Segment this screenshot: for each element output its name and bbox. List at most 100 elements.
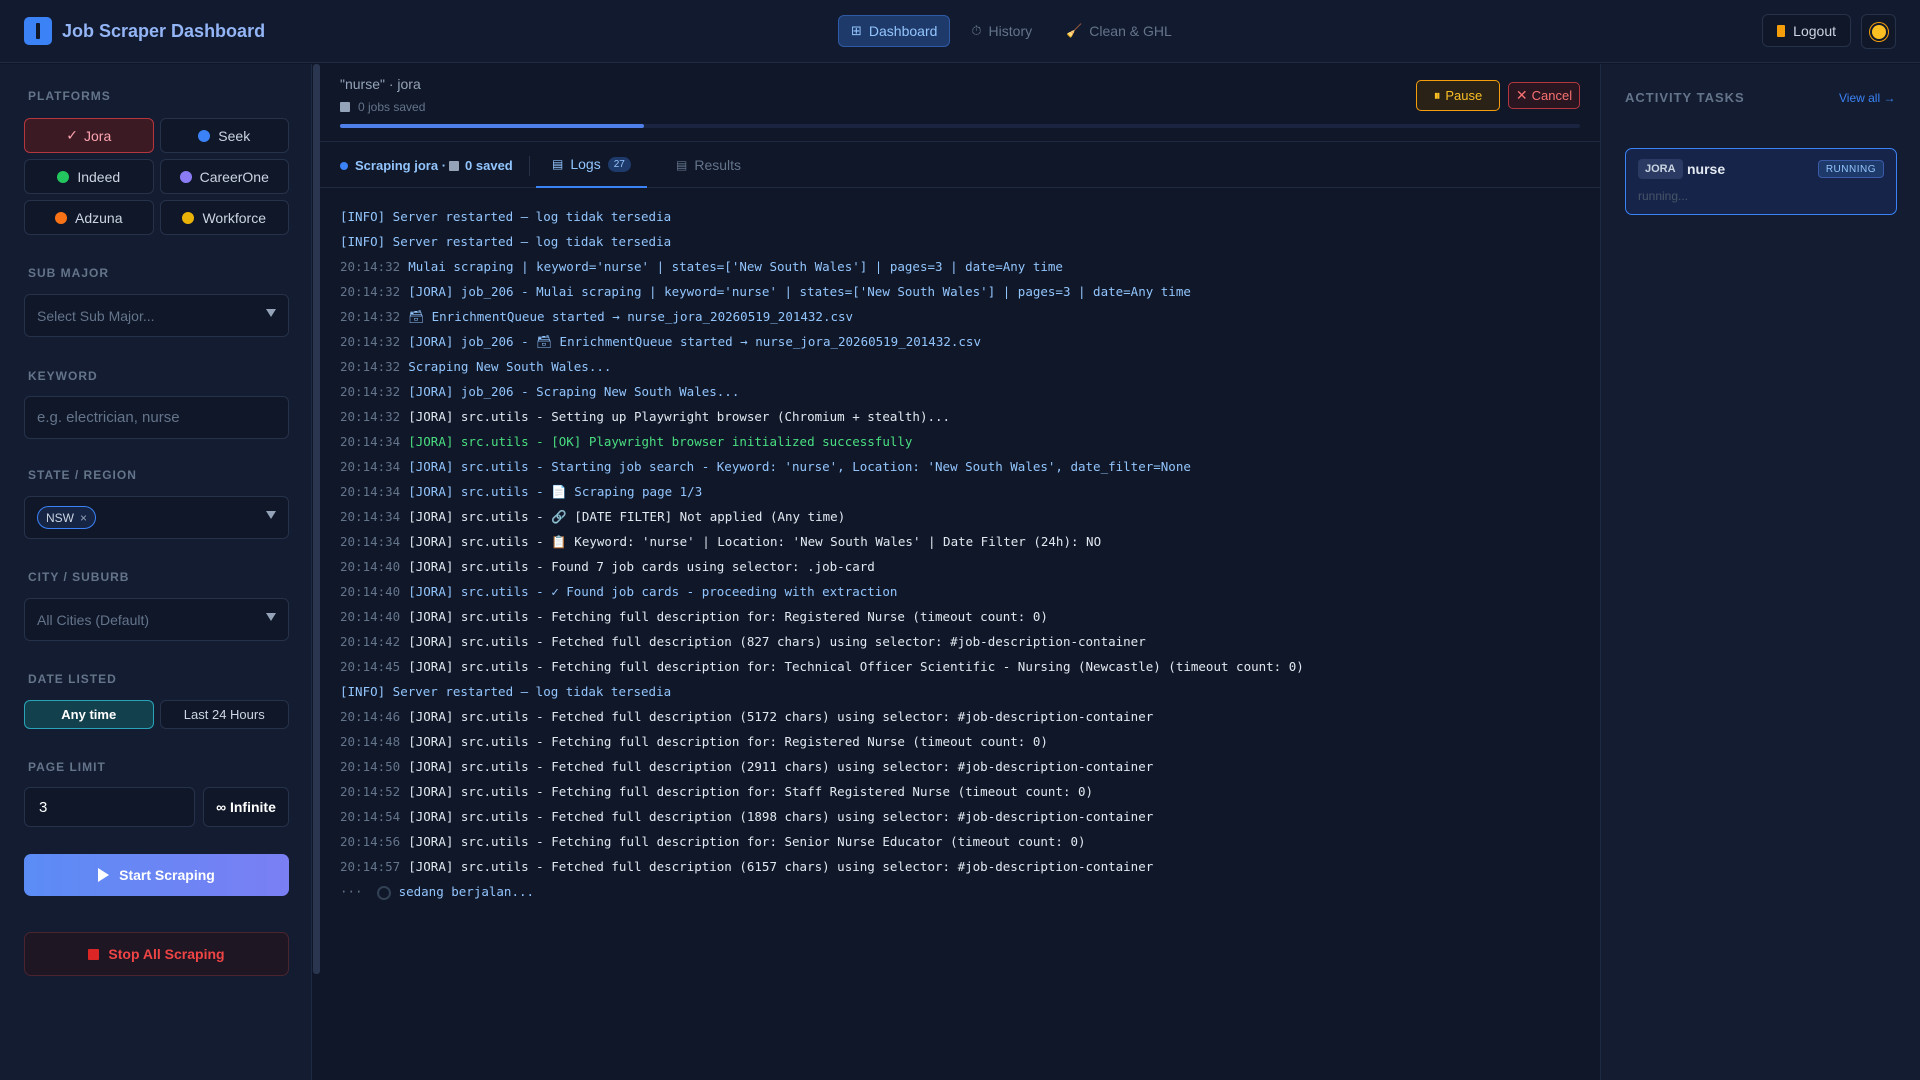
infinite-button[interactable]: ∞ Infinite (203, 787, 289, 827)
nav-clean-ghl[interactable]: 🧹 Clean & GHL (1053, 15, 1185, 47)
status-text: Scraping jora · (355, 158, 447, 173)
document-icon: ▤ (552, 157, 564, 171)
log-line: 20:14:32 Mulai scraping | keyword='nurse'… (340, 254, 1590, 279)
log-message: [JORA] src.utils - Fetched full descript… (408, 634, 1146, 649)
main-panel: "nurse" · jora 0 jobs saved ⏸ Pause ✕ Ca… (320, 64, 1600, 1080)
sub-major-select[interactable]: Select Sub Major... (24, 294, 289, 337)
task-card[interactable]: JORA nurse RUNNING running... (1625, 148, 1897, 215)
date-options: Any time Last 24 Hours (24, 700, 289, 729)
close-icon[interactable]: × (80, 511, 87, 525)
log-line: 20:14:40 [JORA] src.utils - Fetching full… (340, 604, 1590, 629)
log-message: [JORA] src.utils - Fetching full descrip… (408, 784, 1094, 799)
brand[interactable]: Job Scraper Dashboard (24, 17, 265, 45)
stop-icon (88, 948, 100, 960)
sidebar-scrollbar[interactable] (313, 64, 320, 974)
log-line: 20:14:34 [JORA] src.utils - 📋 Keyword: 'n… (340, 529, 1590, 554)
log-message: [INFO] Server restarted — log tidak ters… (340, 234, 672, 249)
log-line: 20:14:46 [JORA] src.utils - Fetched full … (340, 704, 1590, 729)
log-timestamp: 20:14:42 (340, 634, 401, 649)
log-timestamp: 20:14:32 (340, 334, 401, 349)
sidebar: PLATFORMS ✓ Jora Seek Indeed CareerOne A… (0, 64, 312, 1080)
log-timestamp: 20:14:46 (340, 709, 401, 724)
running-dots: ··· (340, 884, 363, 899)
log-line: 20:14:48 [JORA] src.utils - Fetching full… (340, 729, 1590, 754)
spinner-icon (376, 885, 391, 900)
log-timestamp: 20:14:34 (340, 534, 401, 549)
state-chip[interactable]: NSW × (37, 506, 97, 529)
tabs-row: Scraping jora · 0 saved ▤ Logs 27 ▤ Resu… (320, 142, 1600, 188)
start-scraping-button[interactable]: Start Scraping (24, 854, 289, 896)
log-timestamp: 20:14:34 (340, 434, 401, 449)
nav-history[interactable]: ⏱ History (958, 15, 1045, 47)
running-indicator: ··· sedang berjalan... (340, 879, 1590, 904)
stop-all-button[interactable]: Stop All Scraping (24, 932, 289, 976)
chevron-down-icon (266, 511, 276, 519)
page-limit-input[interactable]: 3 (24, 787, 195, 827)
state-multiselect[interactable]: NSW × (24, 496, 289, 539)
scraping-status: Scraping jora · 0 saved (340, 158, 513, 173)
clock-icon: ⏱ (971, 23, 982, 38)
tab-results[interactable]: ▤ Results (666, 142, 751, 188)
platform-jora-button[interactable]: ✓ Jora (24, 118, 154, 153)
progress-bar (340, 124, 1580, 128)
log-line: 20:14:32 [JORA] job_206 - 🗃 EnrichmentQue… (340, 329, 1590, 354)
log-line: 20:14:57 [JORA] src.utils - Fetched full … (340, 854, 1590, 879)
grid-icon: ⊞ (851, 23, 862, 38)
cancel-button[interactable]: ✕ Cancel (1508, 82, 1580, 109)
chevron-down-icon (266, 309, 276, 317)
log-timestamp: 20:14:56 (340, 834, 401, 849)
log-timestamp: 20:14:48 (340, 734, 401, 749)
task-status-badge: RUNNING (1817, 160, 1884, 178)
log-timestamp: 20:14:32 (340, 359, 401, 374)
log-message: [JORA] src.utils - Fetching full descrip… (408, 834, 1086, 849)
platform-workforce-button[interactable]: Workforce (159, 200, 289, 235)
platform-careerone-button[interactable]: CareerOne (159, 159, 289, 194)
platform-label: CareerOne (199, 168, 269, 185)
date-option-label: Any time (61, 707, 117, 722)
date-any-time-button[interactable]: Any time (24, 700, 154, 729)
log-message: [JORA] src.utils - 📋 Keyword: 'nurse' | … (408, 534, 1102, 549)
pause-icon: ⏸ (1433, 87, 1441, 103)
log-timestamp: 20:14:32 (340, 409, 401, 424)
platform-indeed-button[interactable]: Indeed (24, 159, 154, 194)
view-all-link[interactable]: View all → (1839, 91, 1895, 105)
floppy-disk-icon (340, 102, 350, 112)
log-timestamp: 20:14:50 (340, 759, 401, 774)
nav-dashboard[interactable]: ⊞ Dashboard (838, 15, 951, 47)
jobs-saved-text: 0 jobs saved (358, 100, 426, 114)
log-message: [JORA] src.utils - Fetched full descript… (408, 859, 1154, 874)
log-line: 20:14:45 [JORA] src.utils - Fetching full… (340, 654, 1590, 679)
date-option-label: Last 24 Hours (183, 707, 265, 722)
status-dot-icon (340, 161, 348, 170)
indeed-dot-icon (57, 170, 70, 183)
theme-toggle-button[interactable] (1861, 14, 1896, 49)
logout-button[interactable]: Logout (1762, 14, 1851, 47)
status-saved: 0 saved (465, 158, 513, 173)
log-timestamp: 20:14:34 (340, 484, 401, 499)
tab-logs[interactable]: ▤ Logs 27 (536, 142, 647, 188)
platform-adzuna-button[interactable]: Adzuna (24, 200, 154, 235)
log-line: 20:14:32 [JORA] job_206 - Mulai scraping … (340, 279, 1590, 304)
log-line: [INFO] Server restarted — log tidak ters… (340, 204, 1590, 229)
header-actions: Logout (1762, 14, 1896, 49)
log-timestamp: 20:14:40 (340, 584, 401, 599)
seek-dot-icon (198, 129, 211, 142)
log-timestamp: 20:14:32 (340, 284, 401, 299)
city-select[interactable]: All Cities (Default) (24, 598, 289, 641)
platform-seek-button[interactable]: Seek (159, 118, 289, 153)
adzuna-dot-icon (55, 211, 67, 224)
log-line: 20:14:54 [JORA] src.utils - Fetched full … (340, 804, 1590, 829)
logout-label: Logout (1793, 22, 1836, 39)
log-line: 20:14:40 [JORA] src.utils - Found 7 job c… (340, 554, 1590, 579)
log-message: [JORA] src.utils - [OK] Playwright brows… (408, 434, 913, 449)
log-timestamp: 20:14:32 (340, 309, 401, 324)
keyword-input[interactable]: e.g. electrician, nurse (24, 396, 289, 439)
log-timestamp: 20:14:57 (340, 859, 401, 874)
sub-major-label: SUB MAJOR (28, 266, 110, 280)
tab-separator (529, 156, 530, 176)
log-timestamp: 20:14:34 (340, 509, 401, 524)
pause-button[interactable]: ⏸ Pause (1416, 80, 1500, 111)
log-message: [JORA] src.utils - Fetching full descrip… (408, 609, 1048, 624)
city-label: CITY / SUBURB (28, 570, 130, 584)
date-last-24h-button[interactable]: Last 24 Hours (159, 700, 289, 729)
